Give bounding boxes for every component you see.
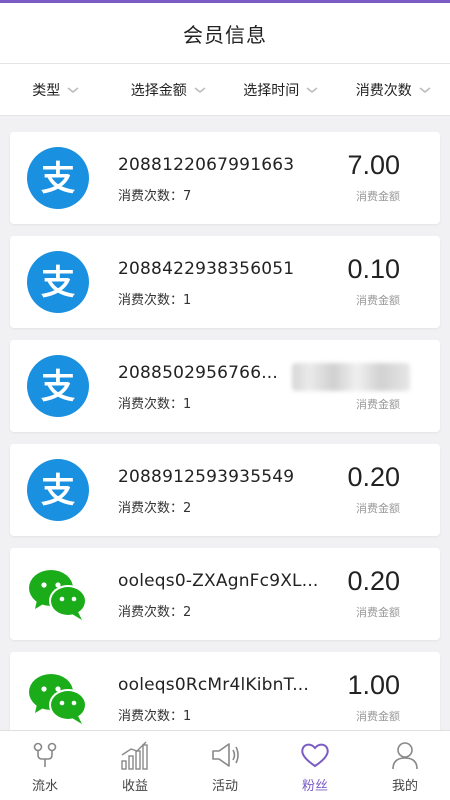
list-item[interactable]: 支 2088502956766... 消费次数：1 消费金额	[10, 340, 440, 432]
amount-label: 消费金额	[356, 398, 400, 411]
consume-count: 消费次数：7	[118, 189, 192, 204]
list-item[interactable]: 支 2088422938356051 消费次数：1 0.10 消费金额	[10, 236, 440, 328]
wechat-icon	[29, 674, 87, 724]
account-id: 2088502956766...	[118, 363, 279, 383]
amount-label: 消费金额	[356, 294, 400, 307]
amount-label: 消费金额	[356, 710, 400, 723]
filter-amount[interactable]: 选择金额	[113, 80, 226, 100]
page-header: 会员信息	[0, 3, 450, 64]
list-item[interactable]: ooleqs0RcMr4lKibnT... 消费次数：1 1.00 消费金额	[10, 652, 440, 730]
user-icon	[392, 742, 418, 770]
heart-icon	[301, 743, 329, 768]
tab-label: 流水	[31, 779, 58, 794]
account-id: ooleqs0-ZXAgnFc9XL...	[118, 571, 319, 591]
account-id: 2088122067991663	[118, 155, 295, 175]
filter-count[interactable]: 消费次数	[338, 80, 450, 100]
chevron-down-icon	[67, 86, 79, 93]
filter-label: 类型	[32, 82, 61, 99]
amount-label: 消费金额	[356, 190, 400, 203]
tab-label: 活动	[211, 779, 238, 794]
chevron-down-icon	[194, 86, 206, 93]
svg-text:支: 支	[41, 471, 75, 511]
bar-chart-icon	[121, 741, 148, 770]
megaphone-icon	[212, 743, 239, 767]
account-id: ooleqs0RcMr4lKibnT...	[118, 675, 310, 695]
tab-label: 我的	[391, 779, 418, 794]
consume-count: 消费次数：1	[118, 397, 192, 412]
tab-activity[interactable]: 活动	[180, 731, 270, 800]
chevron-down-icon	[306, 86, 318, 93]
filter-label: 选择时间	[243, 82, 300, 99]
consume-amount: 0.10	[347, 254, 400, 284]
filter-type[interactable]: 类型	[0, 80, 113, 100]
consume-amount: 7.00	[347, 150, 400, 180]
tab-fans[interactable]: 粉丝	[270, 731, 360, 800]
alipay-icon: 支	[27, 355, 89, 417]
filter-label: 选择金额	[130, 82, 187, 99]
member-list[interactable]: 支 2088122067991663 消费次数：7 7.00 消费金额 支 20…	[0, 116, 450, 730]
list-item[interactable]: 支 2088912593935549 消费次数：2 0.20 消费金额	[10, 444, 440, 536]
alipay-icon: 支	[27, 147, 89, 209]
alipay-icon: 支	[27, 251, 89, 313]
filter-bar: 类型 选择金额 选择时间 消费次数	[0, 64, 450, 116]
bottom-tab-bar: 流水 收益 活动 粉丝 我的	[0, 730, 450, 800]
consume-amount: 0.20	[347, 462, 400, 492]
amount-label: 消费金额	[356, 606, 400, 619]
tab-income[interactable]: 收益	[90, 731, 180, 800]
chevron-down-icon	[419, 86, 431, 93]
tab-mine[interactable]: 我的	[360, 731, 450, 800]
alipay-icon: 支	[27, 459, 89, 521]
amount-label: 消费金额	[356, 502, 400, 515]
consume-count: 消费次数：1	[118, 293, 192, 308]
consume-amount: 1.00	[347, 670, 400, 700]
list-item[interactable]: ooleqs0-ZXAgnFc9XL... 消费次数：2 0.20 消费金额	[10, 548, 440, 640]
tab-label: 粉丝	[301, 779, 328, 794]
tab-label: 收益	[121, 779, 148, 794]
svg-text:支: 支	[41, 263, 75, 303]
list-item[interactable]: 支 2088122067991663 消费次数：7 7.00 消费金额	[10, 132, 440, 224]
flow-icon	[33, 742, 57, 767]
consume-amount: 0.20	[347, 566, 400, 596]
filter-label: 消费次数	[355, 82, 412, 99]
account-id: 2088422938356051	[118, 259, 295, 279]
filter-time[interactable]: 选择时间	[225, 80, 338, 100]
redacted-blur	[292, 363, 410, 391]
tab-flow[interactable]: 流水	[0, 731, 90, 800]
consume-count: 消费次数：1	[118, 709, 192, 724]
wechat-icon	[29, 570, 87, 620]
consume-count: 消费次数：2	[118, 605, 192, 620]
consume-count: 消费次数：2	[118, 501, 192, 516]
svg-text:支: 支	[41, 159, 75, 199]
svg-text:支: 支	[41, 367, 75, 407]
page-title: 会员信息	[183, 22, 267, 47]
account-id: 2088912593935549	[118, 467, 295, 487]
